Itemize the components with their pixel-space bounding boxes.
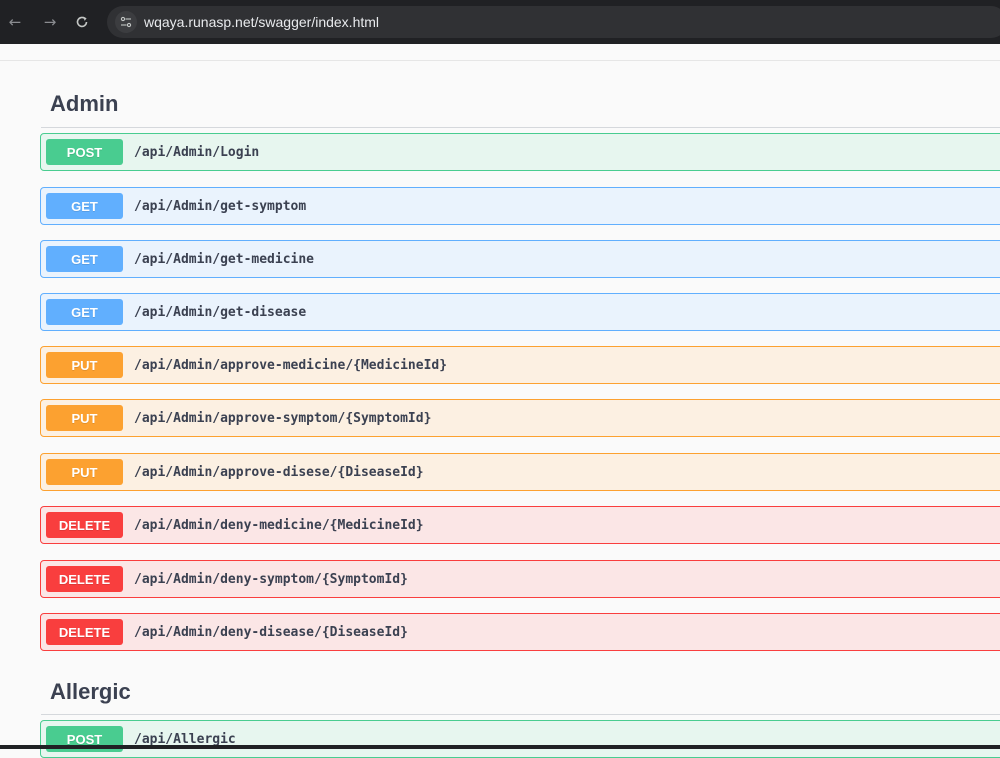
method-badge: POST [46, 139, 123, 165]
address-bar[interactable]: wqaya.runasp.net/swagger/index.html [107, 6, 1000, 38]
section-title-allergic[interactable]: Allergic [50, 679, 131, 705]
method-badge: GET [46, 299, 123, 325]
operation-path: /api/Admin/get-disease [134, 304, 307, 320]
operation-path: /api/Admin/deny-symptom/{SymptomId} [134, 571, 408, 587]
back-arrow-icon[interactable]: ← [5, 12, 25, 32]
method-badge: GET [46, 193, 123, 219]
url-text[interactable]: wqaya.runasp.net/swagger/index.html [144, 14, 379, 30]
method-badge: DELETE [46, 619, 123, 645]
operation-path: /api/Admin/get-medicine [134, 251, 315, 267]
section-divider [41, 714, 1000, 715]
operation-path: /api/Admin/Login [134, 144, 260, 160]
operation-row[interactable]: DELETE /api/Admin/deny-symptom/{SymptomI… [40, 560, 1000, 598]
operation-row[interactable]: POST /api/Allergic [40, 720, 1000, 758]
operation-row[interactable]: DELETE /api/Admin/deny-disease/{DiseaseI… [40, 613, 1000, 651]
forward-arrow-icon[interactable]: → [40, 12, 60, 32]
operation-path: /api/Admin/approve-disese/{DiseaseId} [134, 464, 424, 480]
header-divider [0, 60, 1000, 61]
browser-toolbar: ← → wqaya.runasp.net/swagger/index.html [0, 0, 1000, 44]
operation-path: /api/Admin/get-symptom [134, 198, 307, 214]
operation-path: /api/Admin/deny-disease/{DiseaseId} [134, 624, 408, 640]
section-title-admin[interactable]: Admin [50, 91, 118, 117]
method-badge: PUT [46, 459, 123, 485]
operation-path: /api/Admin/approve-medicine/{MedicineId} [134, 357, 448, 373]
method-badge: GET [46, 246, 123, 272]
operation-row[interactable]: GET /api/Admin/get-disease [40, 293, 1000, 331]
operation-row[interactable]: PUT /api/Admin/approve-disese/{DiseaseId… [40, 453, 1000, 491]
method-badge: PUT [46, 405, 123, 431]
operation-path: /api/Admin/approve-symptom/{SymptomId} [134, 410, 432, 426]
method-badge: DELETE [46, 566, 123, 592]
operation-row[interactable]: GET /api/Admin/get-medicine [40, 240, 1000, 278]
operation-row[interactable]: PUT /api/Admin/approve-symptom/{SymptomI… [40, 399, 1000, 437]
section-divider [41, 127, 1000, 128]
operation-row[interactable]: GET /api/Admin/get-symptom [40, 187, 1000, 225]
site-info-icon[interactable] [115, 11, 137, 33]
operation-row[interactable]: PUT /api/Admin/approve-medicine/{Medicin… [40, 346, 1000, 384]
operation-row[interactable]: POST /api/Admin/Login [40, 133, 1000, 171]
bottom-edge [0, 745, 1000, 749]
operation-path: /api/Admin/deny-medicine/{MedicineId} [134, 517, 424, 533]
method-badge: DELETE [46, 512, 123, 538]
operation-row[interactable]: DELETE /api/Admin/deny-medicine/{Medicin… [40, 506, 1000, 544]
method-badge: PUT [46, 352, 123, 378]
reload-icon[interactable] [72, 12, 92, 32]
